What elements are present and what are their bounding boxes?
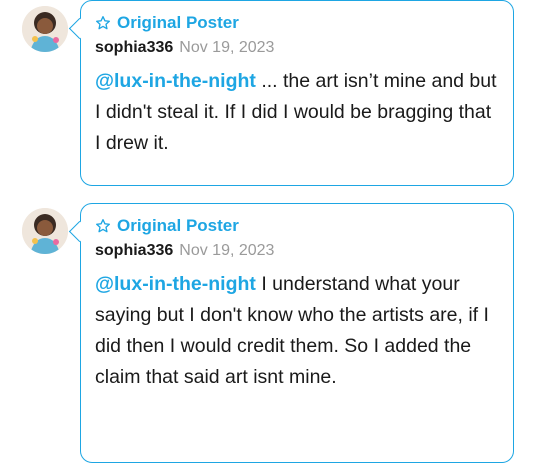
reply-text: @lux-in-the-night I understand what your… (95, 269, 499, 393)
avatar[interactable] (22, 208, 68, 254)
reply-text: @lux-in-the-night ... the art isn’t mine… (95, 66, 499, 159)
avatar[interactable] (22, 6, 68, 52)
username[interactable]: sophia336 (95, 242, 173, 259)
username[interactable]: sophia336 (95, 39, 173, 56)
reply-date: Nov 19, 2023 (179, 242, 275, 259)
original-poster-badge: Original Poster (95, 13, 499, 33)
mention-link[interactable]: @lux-in-the-night (95, 70, 256, 92)
reply-bubble: Original Poster sophia336 Nov 19, 2023 @l… (80, 203, 514, 463)
badge-label: Original Poster (117, 13, 239, 32)
reply-bubble: Original Poster sophia336 Nov 19, 2023 @l… (80, 0, 514, 186)
reply-date: Nov 19, 2023 (179, 39, 275, 56)
badge-label: Original Poster (117, 216, 239, 235)
star-outline-icon (96, 219, 110, 233)
star-outline-icon (96, 16, 110, 30)
original-poster-badge: Original Poster (95, 216, 499, 236)
mention-link[interactable]: @lux-in-the-night (95, 273, 256, 295)
